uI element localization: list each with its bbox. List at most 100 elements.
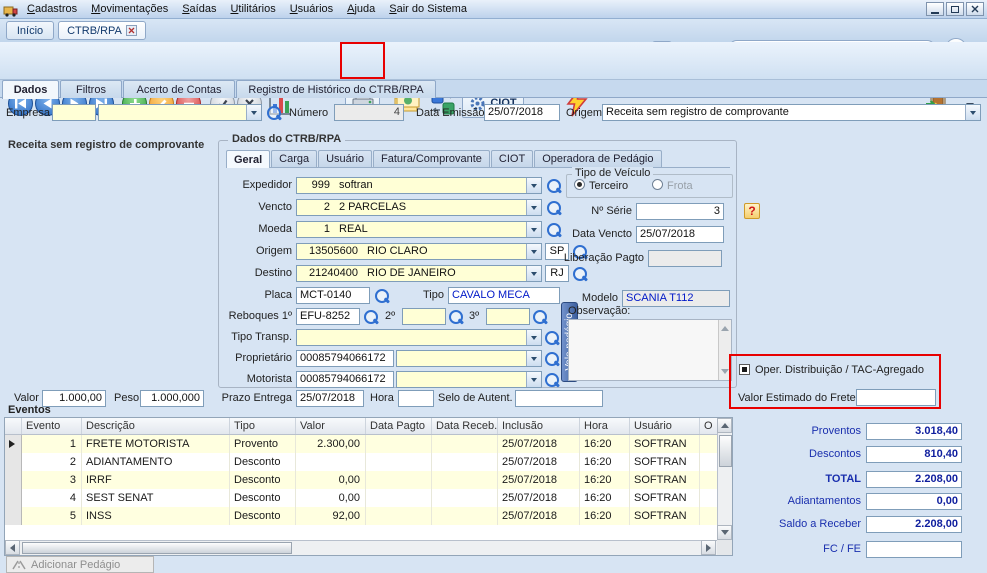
terceiro-radio[interactable] [574,179,585,190]
table-row[interactable]: 1 FRETE MOTORISTA Provento 2.300,00 25/0… [5,435,718,453]
scroll-down-icon[interactable] [721,369,729,378]
destino-combo[interactable]: 21240400RIO DE JANEIRO [296,265,542,282]
menu-item-cadastros[interactable]: Cadastros [20,0,84,19]
menu-item-usuarios[interactable]: Usuários [283,0,340,19]
dropdown-icon[interactable] [526,222,541,237]
proprietario-combo[interactable] [396,350,542,367]
toolbar: CIOT [0,42,987,80]
empresa-combo[interactable] [98,104,262,121]
reboque3-field[interactable] [486,308,530,325]
tipo-transp-combo[interactable] [296,329,542,346]
expedidor-lookup-icon[interactable] [546,178,562,194]
table-horizontal-scrollbar[interactable] [5,540,717,555]
tab-close-icon[interactable] [126,25,137,36]
motorista-field[interactable]: 00085794066172 [296,371,394,388]
peso-field[interactable]: 1.000,000 [140,390,204,407]
reboque3-lookup-icon[interactable] [532,309,548,325]
adicionar-pedagio-button[interactable]: Adicionar Pedágio [6,556,154,573]
destino-uf-field[interactable]: RJ [545,265,569,282]
data-emissao-field[interactable]: 25/07/2018 [484,104,560,121]
serie-field[interactable]: 3 [636,203,724,220]
scroll-right-button[interactable] [701,540,716,555]
dropdown-icon[interactable] [965,105,980,120]
tab-dados[interactable]: Dados [2,80,59,99]
dropdown-icon[interactable] [526,178,541,193]
dropdown-icon[interactable] [526,266,541,281]
dropdown-icon[interactable] [526,351,541,366]
placa-lookup-icon[interactable] [374,288,390,304]
observacao-label: Observação: [568,305,630,317]
reboque1-lookup-icon[interactable] [363,309,379,325]
scrollbar-thumb[interactable] [719,435,732,467]
table-row[interactable]: 2 ADIANTAMENTO Desconto 25/07/2018 16:20… [5,453,718,471]
hora-field[interactable] [398,390,434,407]
close-button[interactable] [966,2,984,16]
dropdown-icon[interactable] [526,200,541,215]
valor-field[interactable]: 1.000,00 [42,390,106,407]
tab-filtros[interactable]: Filtros [60,80,122,98]
tipo-transp-lookup-icon[interactable] [544,330,560,346]
tab-inicio[interactable]: Início [6,21,54,40]
frota-radio[interactable] [652,179,663,190]
motorista-combo[interactable] [396,371,542,388]
menu-item-ajuda[interactable]: Ajuda [340,0,382,19]
menu-item-utilitarios[interactable]: Utilitários [223,0,282,19]
tab-operadora[interactable]: Operadora de Pedágio [534,150,661,167]
dropdown-icon[interactable] [526,372,541,387]
cell-data-pagto [366,507,432,525]
menu-item-saidas[interactable]: Saídas [175,0,223,19]
observacao-scrollbar[interactable] [718,320,731,380]
tab-registro-historico[interactable]: Registro de Histórico do CTRB/RPA [236,80,436,98]
scroll-left-button[interactable] [5,540,20,555]
prazo-field[interactable]: 25/07/2018 [296,390,364,407]
proprietario-lookup-icon[interactable] [544,351,560,367]
tab-ctrb-rpa[interactable]: CTRB/RPA [58,21,146,40]
table-vertical-scrollbar[interactable] [717,418,732,540]
vencto-combo[interactable]: 22 PARCELAS [296,199,542,216]
table-row[interactable]: 5 INSS Desconto 92,00 25/07/2018 16:20 S… [5,507,718,525]
reboque1-field[interactable]: EFU-8252 [296,308,360,325]
proprietario-field[interactable]: 00085794066172 [296,350,394,367]
cell-evento: 4 [22,489,82,507]
menu-item-sair[interactable]: Sair do Sistema [382,0,474,19]
valor-estimado-field[interactable] [856,389,936,406]
tab-usuario[interactable]: Usuário [318,150,372,167]
tab-ciot-inner[interactable]: CIOT [491,150,533,167]
dropdown-icon[interactable] [526,330,541,345]
fc-fe-field[interactable] [866,541,962,558]
maximize-button[interactable] [946,2,964,16]
tab-fatura[interactable]: Fatura/Comprovante [373,150,490,167]
empresa-lookup-icon[interactable] [266,105,282,121]
moeda-combo[interactable]: 1REAL [296,221,542,238]
scrollbar-thumb[interactable] [22,542,292,554]
help-icon[interactable] [744,203,760,219]
selo-field[interactable] [515,390,603,407]
destino-lookup-icon[interactable] [572,266,588,282]
table-row[interactable]: 3 IRRF Desconto 0,00 25/07/2018 16:20 SO… [5,471,718,489]
tab-carga[interactable]: Carga [271,150,317,167]
menu-item-movimentacoes[interactable]: Movimentações [84,0,175,19]
origem-combo[interactable]: 13505600RIO CLARO [296,243,542,260]
scroll-up-icon[interactable] [721,322,729,331]
scroll-up-button[interactable] [717,418,732,433]
dropdown-icon[interactable] [526,244,541,259]
motorista-lookup-icon[interactable] [544,372,560,388]
expedidor-combo[interactable]: 999softran [296,177,542,194]
empresa-code-field[interactable] [52,104,96,121]
origem-header-combo[interactable]: Receita sem registro de comprovante [602,104,981,121]
placa-field[interactable]: MCT-0140 [296,287,370,304]
tab-geral[interactable]: Geral [226,150,270,168]
table-row[interactable]: 4 SEST SENAT Desconto 0,00 25/07/2018 16… [5,489,718,507]
oper-distribuicao-checkbox[interactable] [739,364,750,375]
observacao-textarea[interactable] [568,319,732,381]
data-vencto-field[interactable]: 25/07/2018 [636,226,724,243]
cell-usuario: SOFTRAN [630,507,700,525]
dropdown-icon[interactable] [246,105,261,120]
tipo-veiculo-field[interactable]: CAVALO MECA [448,287,560,304]
vencto-label: Vencto [198,201,292,213]
scroll-down-button[interactable] [717,525,732,540]
reboque2-lookup-icon[interactable] [448,309,464,325]
minimize-button[interactable] [926,2,944,16]
reboque2-field[interactable] [402,308,446,325]
tab-acerto-contas[interactable]: Acerto de Contas [123,80,235,98]
